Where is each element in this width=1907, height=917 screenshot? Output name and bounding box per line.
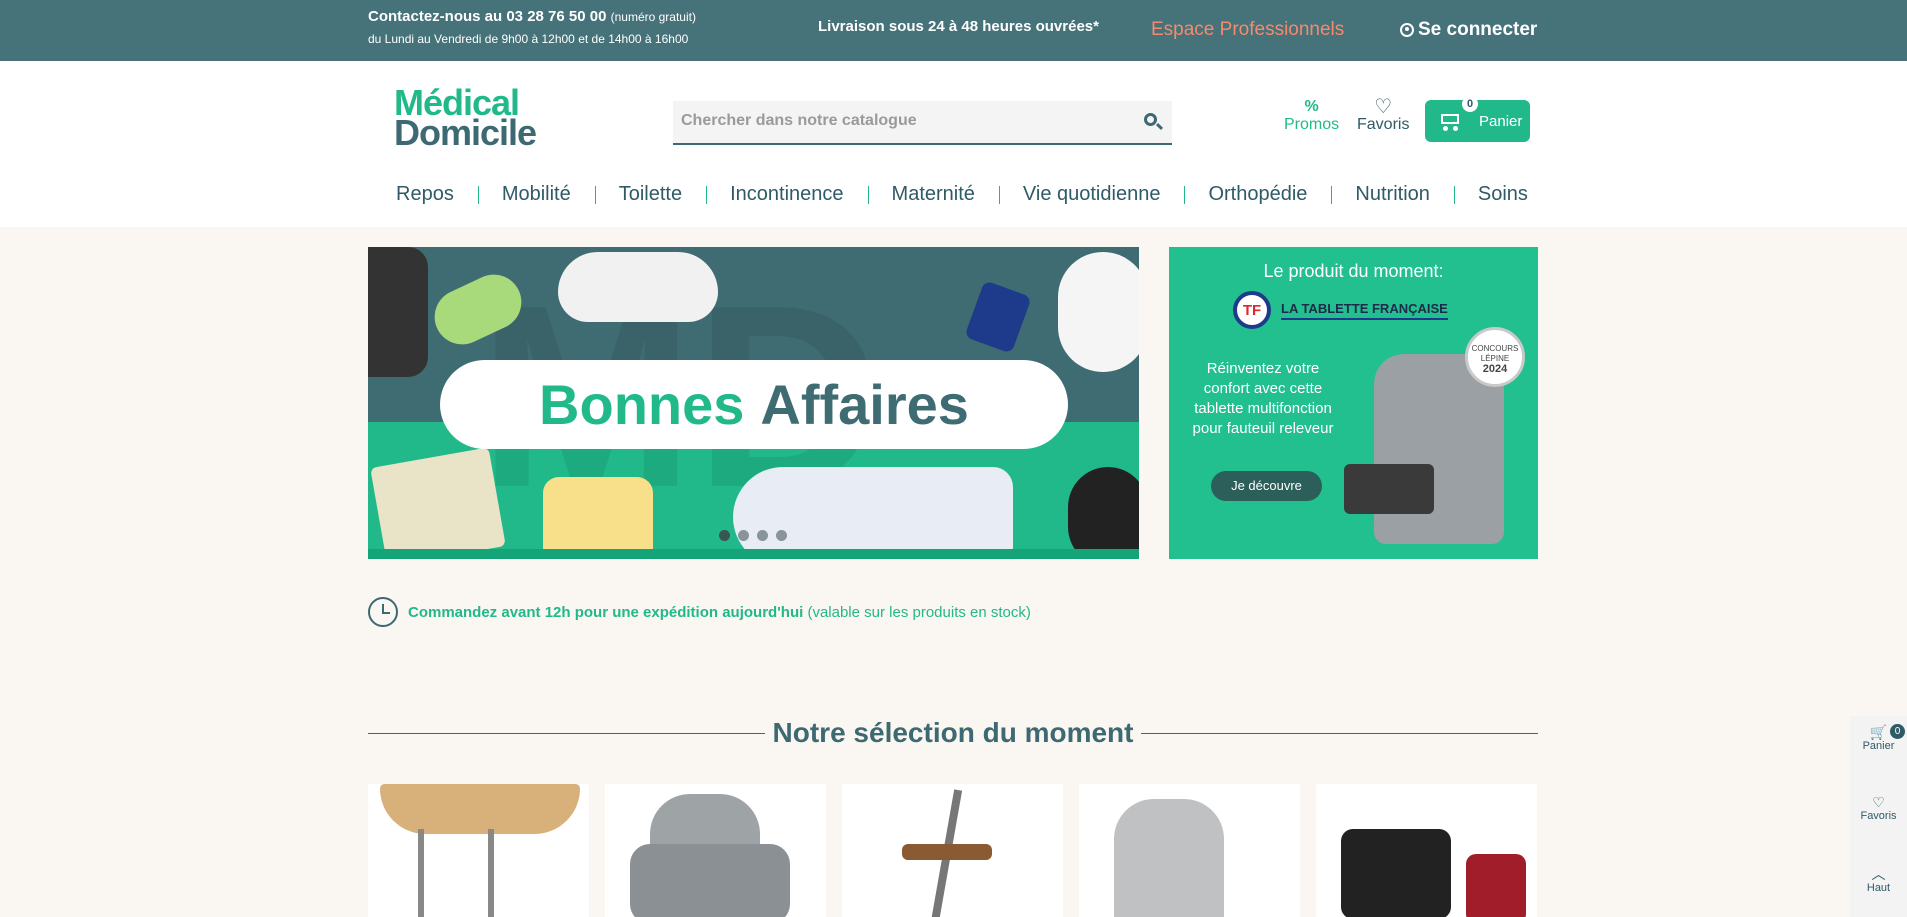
discover-button[interactable]: Je découvre bbox=[1211, 471, 1322, 501]
nav-item-orthopedie[interactable]: Orthopédie bbox=[1184, 183, 1331, 206]
search-input[interactable] bbox=[673, 101, 1113, 141]
nav-item-soins[interactable]: Soins bbox=[1453, 183, 1552, 206]
nav-item-nutrition[interactable]: Nutrition bbox=[1331, 183, 1453, 206]
search-button[interactable] bbox=[1142, 111, 1164, 133]
percent-icon: % bbox=[1304, 98, 1319, 115]
opening-hours: du Lundi au Vendredi de 9h00 à 12h00 et … bbox=[368, 32, 689, 46]
contact-note: (numéro gratuit) bbox=[610, 10, 696, 24]
brand-name: LA TABLETTE FRANÇAISE bbox=[1281, 301, 1448, 320]
floating-toolbar: 🛒 0 Panier ♡ Favoris ︿ Haut bbox=[1850, 716, 1907, 917]
featured-description: Réinventez votre confort avec cette tabl… bbox=[1192, 360, 1334, 437]
floating-cart-button[interactable]: 🛒 0 Panier bbox=[1850, 724, 1907, 752]
product-card[interactable] bbox=[368, 784, 589, 917]
carousel-dot-4[interactable] bbox=[776, 530, 787, 541]
cart-icon bbox=[1437, 112, 1461, 131]
featured-title: Le produit du moment: bbox=[1263, 261, 1444, 281]
carousel-dot-2[interactable] bbox=[738, 530, 749, 541]
main-nav: Repos Mobilité Toilette Incontinence Mat… bbox=[372, 183, 1537, 206]
carousel-dot-3[interactable] bbox=[757, 530, 768, 541]
contact-phone[interactable]: 03 28 76 50 00 bbox=[506, 8, 606, 25]
brand-logo: TF bbox=[1233, 291, 1271, 329]
promos-link[interactable]: % Promos bbox=[1284, 98, 1339, 134]
product-card[interactable] bbox=[1079, 784, 1300, 917]
selection-heading: Notre sélection du moment bbox=[368, 717, 1538, 749]
hero-carousel[interactable]: MD Bonnes Affaires bbox=[368, 247, 1139, 559]
top-bar: Contactez-nous au 03 28 76 50 00 (numéro… bbox=[0, 0, 1907, 61]
nav-item-vie-quotidienne[interactable]: Vie quotidienne bbox=[998, 183, 1185, 206]
contact-prefix: Contactez-nous au bbox=[368, 8, 507, 25]
heart-icon: ♡ bbox=[1374, 96, 1393, 118]
cart-button[interactable]: 0 Panier bbox=[1425, 96, 1530, 142]
pro-space-link[interactable]: Espace Professionnels bbox=[1151, 19, 1344, 41]
product-card[interactable] bbox=[605, 784, 826, 917]
product-cards bbox=[368, 784, 1537, 917]
product-image-device bbox=[1068, 467, 1139, 559]
contact-info: Contactez-nous au 03 28 76 50 00 (numéro… bbox=[368, 8, 696, 46]
nav-item-incontinence[interactable]: Incontinence bbox=[706, 183, 867, 206]
favorites-link[interactable]: ♡ Favoris bbox=[1357, 96, 1410, 134]
nav-item-toilette[interactable]: Toilette bbox=[594, 183, 706, 206]
product-image-massager bbox=[368, 247, 428, 377]
nav-item-maternite[interactable]: Maternité bbox=[867, 183, 999, 206]
chevron-up-icon: ︿ bbox=[1871, 866, 1886, 882]
site-logo[interactable]: Médical Domicile bbox=[394, 85, 537, 151]
site-header: Médical Domicile % Promos ♡ Favoris 0 Pa… bbox=[0, 61, 1907, 227]
user-icon bbox=[1400, 23, 1414, 37]
cart-count-badge: 0 bbox=[1462, 96, 1478, 112]
product-image-foot-massager bbox=[733, 467, 1013, 559]
carousel-dot-1[interactable] bbox=[719, 530, 730, 541]
floating-cart-count: 0 bbox=[1890, 724, 1905, 739]
nav-item-mobilite[interactable]: Mobilité bbox=[477, 183, 595, 206]
product-image-breast-pump bbox=[543, 477, 653, 559]
product-card[interactable] bbox=[842, 784, 1063, 917]
promos-label: Promos bbox=[1284, 116, 1340, 133]
award-medal: CONCOURS LÉPINE 2024 bbox=[1465, 327, 1525, 387]
carousel-dots bbox=[719, 530, 787, 541]
featured-brand: TF LA TABLETTE FRANÇAISE bbox=[1233, 291, 1448, 329]
favorites-label: Favoris bbox=[1357, 116, 1410, 133]
section-title: Notre sélection du moment bbox=[772, 717, 1134, 748]
search-bar bbox=[673, 101, 1172, 145]
delivery-info: Livraison sous 24 à 48 heures ouvrées* bbox=[818, 18, 1099, 35]
shipping-notice: Commandez avant 12h pour une expédition … bbox=[368, 597, 1031, 627]
nav-item-repos[interactable]: Repos bbox=[372, 183, 478, 206]
product-image-eye-massager bbox=[558, 252, 718, 322]
back-to-top-button[interactable]: ︿ Haut bbox=[1850, 866, 1907, 894]
cart-label: Panier bbox=[1479, 112, 1523, 130]
login-label: Se connecter bbox=[1418, 19, 1538, 40]
banner-title: Bonnes Affaires bbox=[440, 360, 1068, 449]
floating-favorites-button[interactable]: ♡ Favoris bbox=[1850, 794, 1907, 822]
featured-product-banner[interactable]: Le produit du moment: TF LA TABLETTE FRA… bbox=[1169, 247, 1538, 559]
product-image-foot-device bbox=[1058, 252, 1139, 372]
stopwatch-icon bbox=[368, 597, 398, 627]
product-card[interactable] bbox=[1316, 784, 1537, 917]
login-link[interactable]: Se connecter bbox=[1400, 19, 1537, 41]
heart-icon: ♡ bbox=[1872, 794, 1885, 810]
product-image-packs bbox=[370, 447, 506, 559]
